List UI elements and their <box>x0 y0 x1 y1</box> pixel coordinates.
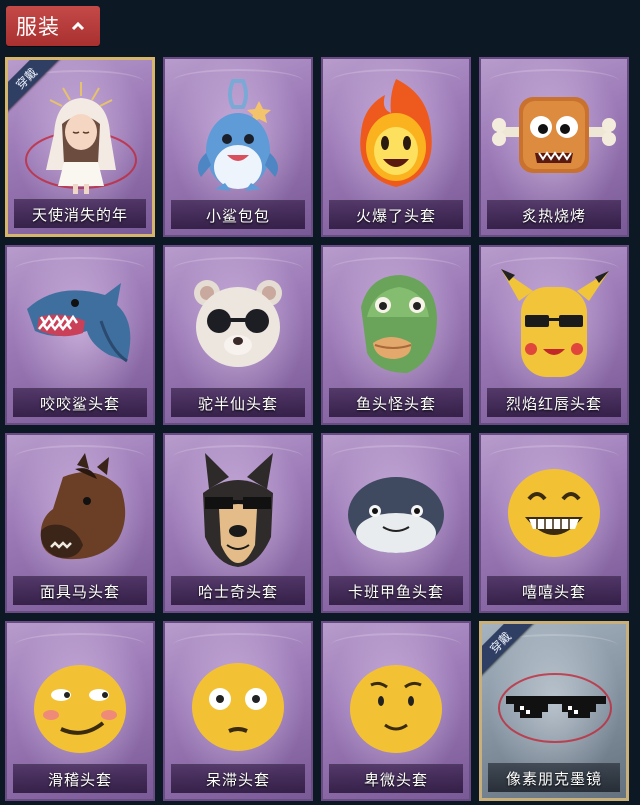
pixel-sunglasses-icon <box>498 673 612 743</box>
bear-sunglasses-head-icon <box>194 280 282 367</box>
costume-card[interactable]: 炙热烧烤 <box>479 57 629 237</box>
chevron-up-icon <box>71 21 85 31</box>
costume-grid: 穿戴 天使消失的年 小鲨包包 火爆了头套 炙热烧烤 咬咬鲨头套 驼半仙头套 鱼头… <box>5 57 629 801</box>
costume-card[interactable]: 穿戴 像素朋克墨镜 <box>479 621 629 801</box>
costume-card[interactable]: 火爆了头套 <box>321 57 471 237</box>
costume-name: 卑微头套 <box>363 770 428 789</box>
grin-emoji-head-icon <box>508 469 600 557</box>
costume-name: 天使消失的年 <box>31 205 128 224</box>
costume-name: 小鲨包包 <box>205 206 270 225</box>
costume-card[interactable]: 穿戴 天使消失的年 <box>5 57 155 237</box>
category-title: 服装 <box>16 15 60 39</box>
angel-girl-icon <box>25 82 137 194</box>
shark-head-icon <box>27 283 131 363</box>
turtle-head-icon <box>348 477 444 553</box>
costume-name: 呆滞头套 <box>205 770 270 789</box>
costume-name: 面具马头套 <box>39 582 120 601</box>
costume-name: 咬咬鲨头套 <box>39 394 120 413</box>
costume-card[interactable]: 卡班甲鱼头套 <box>321 433 471 613</box>
costume-card[interactable]: 驼半仙头套 <box>163 245 313 425</box>
costume-name: 炙热烧烤 <box>521 206 586 225</box>
costume-name: 像素朋克墨镜 <box>505 769 602 788</box>
costume-name: 哈士奇头套 <box>197 582 278 601</box>
costume-card[interactable]: 鱼头怪头套 <box>321 245 471 425</box>
yellow-creature-head-icon <box>501 269 609 377</box>
fire-head-icon <box>360 79 432 187</box>
costume-card[interactable]: 咬咬鲨头套 <box>5 245 155 425</box>
costume-card[interactable]: 烈焰红唇头套 <box>479 245 629 425</box>
costume-card[interactable]: 呆滞头套 <box>163 621 313 801</box>
smirk-emoji-head-icon <box>34 665 126 753</box>
costume-name: 鱼头怪头套 <box>355 394 436 413</box>
dazed-emoji-head-icon <box>192 663 284 751</box>
shark-bag-icon <box>197 79 279 191</box>
costume-name: 滑稽头套 <box>47 770 112 789</box>
horse-head-icon <box>40 453 126 560</box>
costume-name: 卡班甲鱼头套 <box>347 582 444 601</box>
costume-name: 烈焰红唇头套 <box>505 394 602 413</box>
timid-emoji-head-icon <box>350 665 442 753</box>
costume-card[interactable]: 嘻嘻头套 <box>479 433 629 613</box>
costume-name: 驼半仙头套 <box>197 394 278 413</box>
costume-name: 嘻嘻头套 <box>521 582 586 601</box>
costume-name: 火爆了头套 <box>355 206 436 225</box>
costume-card[interactable]: 面具马头套 <box>5 433 155 613</box>
category-dropdown-button[interactable]: 服装 <box>6 6 100 46</box>
grill-meat-head-icon <box>492 97 616 173</box>
costume-card[interactable]: 滑稽头套 <box>5 621 155 801</box>
costume-card[interactable]: 卑微头套 <box>321 621 471 801</box>
fish-head-icon <box>361 275 437 373</box>
husky-head-icon <box>203 453 273 567</box>
costume-card[interactable]: 哈士奇头套 <box>163 433 313 613</box>
costume-card[interactable]: 小鲨包包 <box>163 57 313 237</box>
